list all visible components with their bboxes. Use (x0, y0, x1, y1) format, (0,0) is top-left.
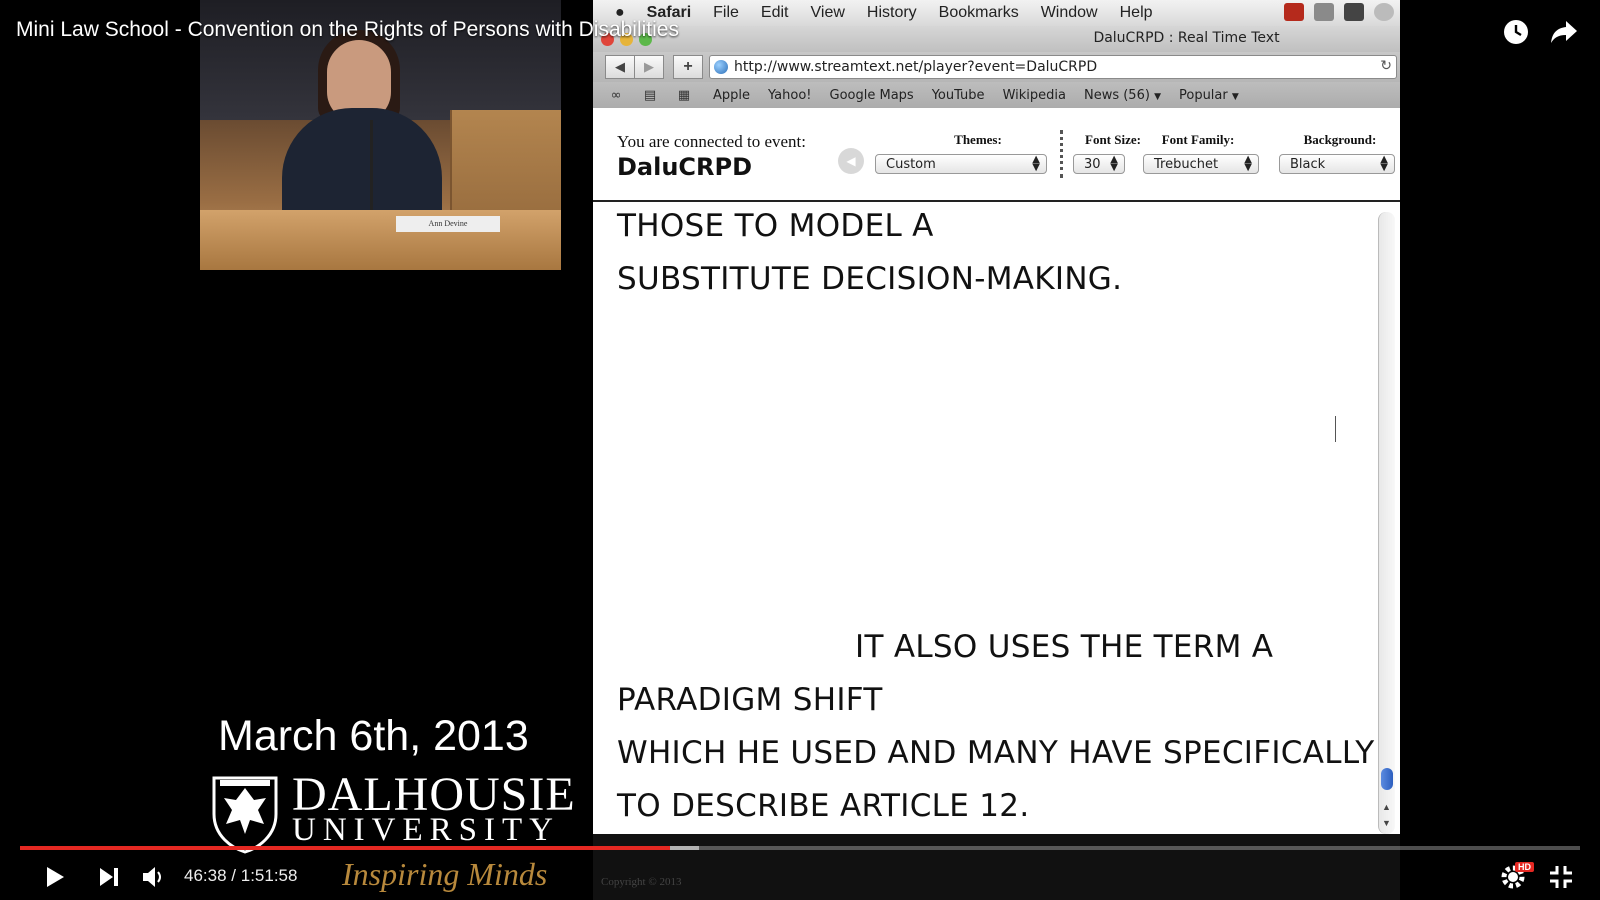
transcript-line: SUBSTITUTE DECISION-MAKING. (617, 261, 1123, 297)
select-arrows-icon: ▲ ▼ (1380, 154, 1388, 173)
background-select[interactable]: Black ▲ ▼ (1279, 154, 1395, 174)
shield-status-icon[interactable] (1314, 3, 1334, 21)
bookmark-youtube[interactable]: YouTube (932, 88, 985, 103)
dalhousie-crest-icon (212, 776, 278, 854)
mac-menubar: ● Safari File Edit View History Bookmark… (593, 0, 1400, 26)
menu-window[interactable]: Window (1041, 4, 1098, 22)
bookmark-yahoo[interactable]: Yahoo! (768, 88, 811, 103)
settings-gear-icon[interactable]: HD (1496, 862, 1534, 892)
transcript-line: THOSE TO MODEL A (617, 208, 934, 244)
chevron-down-icon: ▼ (1231, 91, 1239, 102)
window-title: DaluCRPD : Real Time Text (1093, 30, 1280, 46)
copyright-text: Copyright © 2013 (601, 876, 682, 888)
transcript-line: WHICH HE USED AND MANY HAVE SPECIFICALLY (617, 735, 1375, 771)
address-text: http://www.streamtext.net/player?event=D… (734, 59, 1098, 75)
select-arrows-icon: ▲ ▼ (1110, 154, 1118, 173)
watch-later-icon[interactable] (1500, 16, 1532, 48)
font-size-select[interactable]: 30 ▲ ▼ (1073, 154, 1125, 174)
event-name: DaluCRPD (617, 153, 753, 181)
time-display: 46:38 / 1:51:58 (184, 866, 297, 886)
safari-toolbar: ◀ ▶ + http://www.streamtext.net/player?e… (593, 52, 1400, 82)
menu-edit[interactable]: Edit (761, 4, 789, 22)
bookmark-apple[interactable]: Apple (713, 88, 750, 103)
university-tagline: Inspiring Minds (342, 856, 548, 892)
university-subtitle: UNIVERSITY (292, 812, 560, 848)
bookmarks-bar: ∞ ▤ ▦ Apple Yahoo! Google Maps YouTube W… (593, 82, 1400, 109)
speaker-nameplate: Ann Devine (396, 216, 500, 232)
exit-fullscreen-icon[interactable] (1544, 862, 1578, 892)
reload-icon[interactable]: ↻ (1380, 58, 1392, 74)
menu-bookmarks[interactable]: Bookmarks (939, 4, 1019, 22)
share-icon[interactable] (1548, 16, 1580, 48)
bookmark-google-maps[interactable]: Google Maps (830, 88, 914, 103)
bookmark-news[interactable]: News (56) ▼ (1084, 88, 1161, 103)
event-date: March 6th, 2013 (218, 712, 529, 760)
forward-button[interactable]: ▶ (634, 55, 664, 79)
transcript-area[interactable]: THOSE TO MODEL A SUBSTITUTE DECISION-MAK… (593, 202, 1375, 834)
streamtext-footer: Copyright © 2013 (593, 834, 1400, 900)
next-button[interactable] (94, 862, 124, 892)
safari-titlebar: DaluCRPD : Real Time Text (593, 26, 1400, 52)
progress-played (20, 846, 670, 850)
duration: 1:51:58 (240, 866, 298, 885)
streamtext-header: You are connected to event: DaluCRPD ◀ T… (593, 108, 1400, 202)
globe-icon (714, 60, 728, 74)
menu-file[interactable]: File (713, 4, 739, 22)
select-arrows-icon: ▲ ▼ (1032, 154, 1040, 173)
reading-glasses-icon[interactable]: ∞ (605, 88, 627, 103)
transcript-line: TO DESCRIBE ARTICLE 12. (617, 788, 1030, 824)
record-status-icon[interactable] (1284, 3, 1304, 21)
font-family-select[interactable]: Trebuchet ▲ ▼ (1143, 154, 1259, 174)
time-separator: / (231, 866, 237, 885)
transcript-line: IT ALSO USES THE TERM A (855, 629, 1274, 665)
scroll-down-icon[interactable]: ▼ (1382, 818, 1391, 828)
add-bookmark-button[interactable]: + (673, 55, 703, 79)
menu-history[interactable]: History (867, 4, 917, 22)
volume-button[interactable] (138, 862, 168, 892)
themes-select[interactable]: Custom ▲ ▼ (875, 154, 1047, 174)
play-button[interactable] (40, 862, 70, 892)
font-family-label: Font Family: (1161, 132, 1235, 147)
menu-view[interactable]: View (811, 4, 845, 22)
current-time: 46:38 (184, 866, 227, 885)
video-title[interactable]: Mini Law School - Convention on the Righ… (16, 18, 679, 42)
grid-icon[interactable]: ▦ (673, 88, 695, 103)
transcript-scrollbar[interactable]: ▲ ▼ (1378, 212, 1395, 834)
scroll-up-icon[interactable]: ▲ (1382, 802, 1391, 812)
chevron-down-icon: ▼ (1154, 91, 1161, 102)
back-button[interactable]: ◀ (605, 55, 635, 79)
clock-status-icon[interactable] (1374, 3, 1394, 21)
open-book-icon[interactable]: ▤ (639, 88, 661, 103)
themes-label: Themes: (954, 132, 1002, 147)
address-bar[interactable]: http://www.streamtext.net/player?event=D… (709, 55, 1397, 79)
rewind-icon[interactable]: ◀ (838, 148, 864, 174)
text-cursor (1335, 416, 1336, 442)
background-label: Background: (1303, 132, 1377, 147)
bookmark-popular[interactable]: Popular ▼ (1179, 88, 1239, 103)
connected-label: You are connected to event: (617, 132, 806, 151)
bookmark-wikipedia[interactable]: Wikipedia (1003, 88, 1066, 103)
display-status-icon[interactable] (1344, 3, 1364, 21)
transcript-line: PARADIGM SHIFT (617, 682, 883, 718)
hd-badge: HD (1515, 862, 1534, 872)
scroll-thumb[interactable] (1381, 768, 1393, 790)
menu-help[interactable]: Help (1120, 4, 1153, 22)
select-arrows-icon: ▲ ▼ (1244, 154, 1252, 173)
